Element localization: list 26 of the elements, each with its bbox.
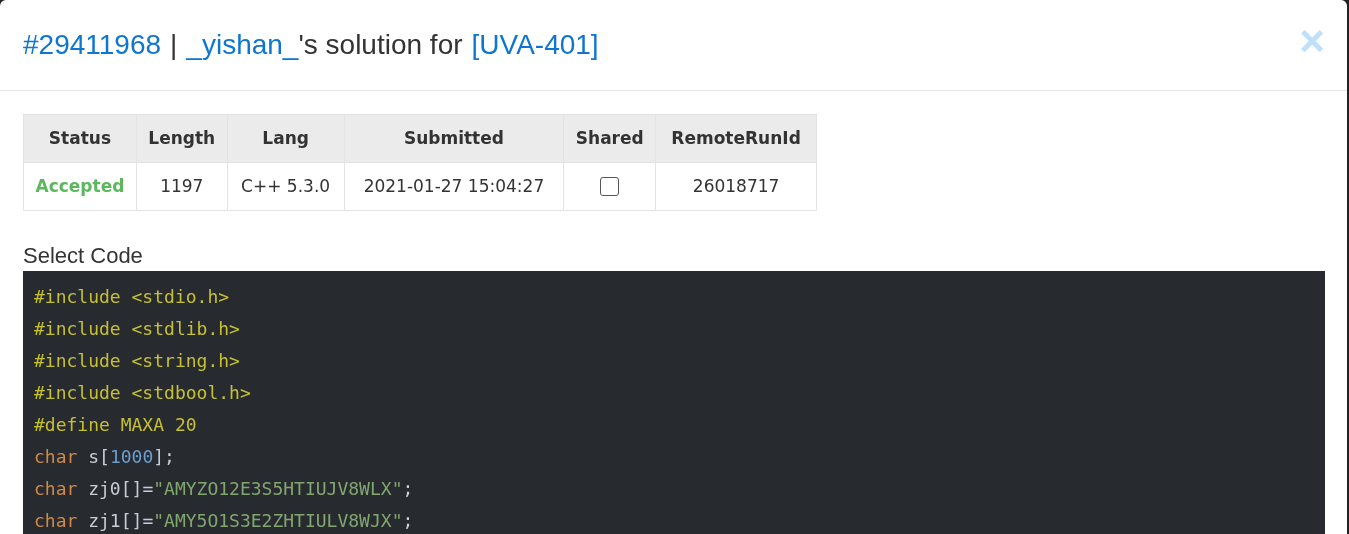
code-line: #include <string.h> [34, 349, 241, 373]
code-line: #include <stdio.h> [34, 285, 231, 309]
code-line: #define MAXA 20 [34, 413, 198, 437]
column-header: RemoteRunId [655, 114, 817, 163]
column-header: Length [136, 114, 228, 163]
code-line: char s[1000]; [34, 445, 176, 469]
column-header: Lang [227, 114, 345, 163]
user-link[interactable]: _yishan_ [186, 24, 299, 66]
separator-text: | [170, 28, 178, 62]
title-text: 's solution for [298, 28, 463, 62]
code-line: #include <stdbool.h> [34, 381, 252, 405]
table-cell: 26018717 [655, 162, 817, 211]
status-cell: Accepted [23, 162, 137, 211]
shared-checkbox[interactable] [600, 177, 620, 197]
column-header: Submitted [344, 114, 564, 163]
code-line: char zj0[]="AMYZO12E3S5HTIUJV8WLX"; [34, 477, 415, 501]
column-header: Status [23, 114, 137, 163]
table-cell: C++ 5.3.0 [227, 162, 345, 211]
table-cell: 1197 [136, 162, 228, 211]
table-cell: 2021-01-27 15:04:27 [344, 162, 564, 211]
section-label: Select Code [23, 242, 144, 270]
column-header: Shared [563, 114, 656, 163]
run-id-link[interactable]: #29411968 [23, 24, 162, 66]
code-line: #include <stdlib.h> [34, 317, 241, 341]
problem-link[interactable]: [UVA-401] [471, 24, 599, 66]
code-line: char zj1[]="AMY5O1S3E2ZHTIULV8WJX"; [34, 509, 415, 533]
